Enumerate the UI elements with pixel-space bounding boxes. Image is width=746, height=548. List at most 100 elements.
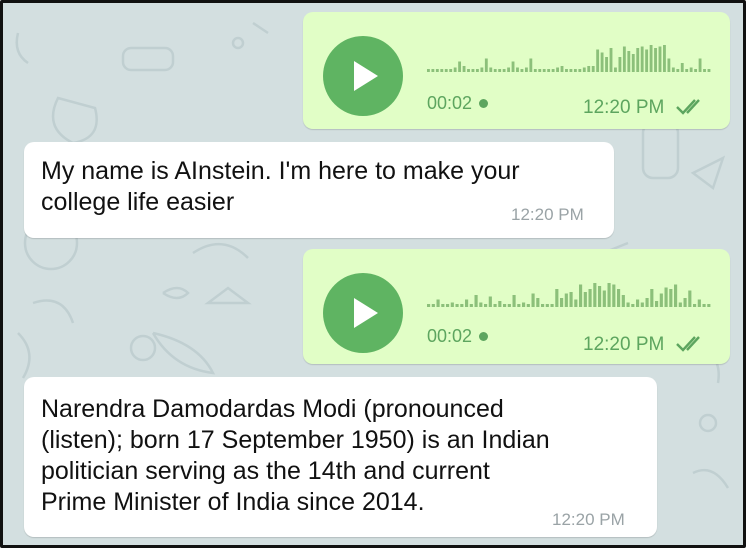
- waveform-bar: [435, 69, 439, 72]
- play-icon: [354, 61, 378, 91]
- waveform-bar: [667, 58, 671, 72]
- waveform-bar: [574, 299, 578, 307]
- waveform-bar: [596, 49, 600, 72]
- waveform-bar: [560, 298, 564, 307]
- waveform-bar: [579, 284, 583, 307]
- waveform-bar: [598, 286, 602, 307]
- unplayed-dot-icon: [479, 98, 489, 108]
- waveform-bar: [467, 69, 470, 72]
- waveform-bar: [578, 69, 582, 72]
- waveform-bar: [555, 289, 559, 307]
- waveform-bar: [453, 67, 457, 72]
- waveform-bar: [663, 45, 666, 72]
- waveform-bar: [600, 52, 604, 72]
- outgoing-voice-message[interactable]: 00:02 12:20 PM: [303, 12, 730, 129]
- waveform-bar: [440, 69, 444, 72]
- waveform-bar: [618, 57, 622, 72]
- waveform-bar: [707, 69, 711, 72]
- waveform-bar: [516, 67, 519, 72]
- waveform-bar: [627, 51, 631, 72]
- waveform-bar: [640, 302, 644, 307]
- message-text: My name is AInstein. I'm here to make yo…: [41, 157, 520, 216]
- play-button[interactable]: [323, 273, 403, 353]
- message-time: 12:20 PM: [583, 334, 708, 356]
- waveform-bar: [636, 48, 640, 72]
- waveform-bar: [617, 289, 621, 307]
- waveform-bar: [522, 302, 526, 307]
- waveform-bar: [560, 66, 564, 72]
- waveform-bar: [587, 66, 591, 72]
- waveform-bar: [446, 304, 450, 307]
- waveform-bar: [511, 61, 515, 72]
- waveform-bar: [471, 69, 475, 72]
- waveform-bar: [484, 58, 488, 72]
- outgoing-voice-message[interactable]: 00:02 12:20 PM: [303, 249, 730, 364]
- voice-duration: 00:02: [427, 326, 489, 347]
- waveform-bar: [520, 69, 524, 72]
- voice-duration: 00:02: [427, 93, 489, 114]
- waveform-bar: [697, 299, 701, 307]
- double-check-icon: [675, 99, 700, 115]
- waveform-bar: [614, 67, 617, 72]
- waveform-bar: [626, 302, 630, 307]
- waveform-bar: [702, 304, 706, 307]
- waveform-bar: [479, 302, 483, 307]
- waveform-bar: [441, 304, 445, 307]
- waveform-bar: [569, 69, 573, 72]
- waveform-bar: [498, 301, 502, 307]
- waveform-bar: [593, 283, 597, 307]
- waveform-bar: [573, 69, 577, 72]
- waveform-bar: [631, 54, 635, 72]
- play-button[interactable]: [323, 36, 403, 116]
- message-text: Narendra Damodardas Modi (pronounced (li…: [41, 395, 550, 516]
- waveform-bar: [649, 45, 653, 72]
- waveform-bar: [541, 304, 545, 307]
- waveform-bar: [605, 57, 608, 72]
- message-time: 12:20 PM: [583, 97, 708, 119]
- waveform-bar: [689, 67, 693, 72]
- double-check-icon: [675, 336, 700, 352]
- waveform-bar: [688, 290, 692, 307]
- waveform-bar: [636, 299, 640, 307]
- voice-waveform[interactable]: [427, 44, 712, 72]
- waveform-bar: [524, 67, 528, 72]
- waveform-bar: [493, 304, 497, 307]
- waveform-bar: [564, 293, 568, 307]
- voice-waveform[interactable]: [427, 279, 712, 307]
- waveform-bar: [526, 304, 530, 307]
- waveform-bar: [493, 69, 497, 72]
- waveform-bar: [609, 48, 613, 72]
- unplayed-dot-icon: [479, 331, 489, 341]
- waveform-bar: [674, 284, 678, 307]
- waveform-bar: [556, 67, 559, 72]
- waveform-bar: [488, 296, 492, 307]
- waveform-bar: [507, 67, 511, 72]
- waveform-bar: [591, 66, 595, 72]
- incoming-text-message: My name is AInstein. I'm here to make yo…: [24, 142, 614, 238]
- waveform-bar: [693, 304, 697, 307]
- waveform-bar: [669, 289, 673, 307]
- waveform-bar: [680, 63, 684, 72]
- waveform-bar: [588, 289, 592, 307]
- waveform-bar: [694, 69, 698, 72]
- waveform-bar: [547, 69, 551, 72]
- waveform-bar: [654, 48, 657, 72]
- waveform-bar: [583, 292, 587, 307]
- waveform-bar: [512, 295, 516, 307]
- waveform-bar: [474, 295, 478, 307]
- waveform-bar: [431, 304, 435, 307]
- waveform-bar: [664, 287, 668, 307]
- waveform-bar: [484, 304, 488, 307]
- waveform-bar: [640, 46, 644, 72]
- waveform-bar: [582, 67, 586, 72]
- waveform-bar: [531, 293, 535, 307]
- waveform-bar: [489, 67, 493, 72]
- waveform-bar: [550, 304, 554, 307]
- incoming-text-message: Narendra Damodardas Modi (pronounced (li…: [24, 377, 657, 537]
- waveform-bar: [480, 67, 484, 72]
- waveform-bar: [678, 302, 682, 307]
- waveform-bar: [612, 284, 616, 307]
- waveform-bar: [622, 46, 626, 72]
- waveform-bar: [645, 298, 649, 307]
- waveform-bar: [533, 69, 537, 72]
